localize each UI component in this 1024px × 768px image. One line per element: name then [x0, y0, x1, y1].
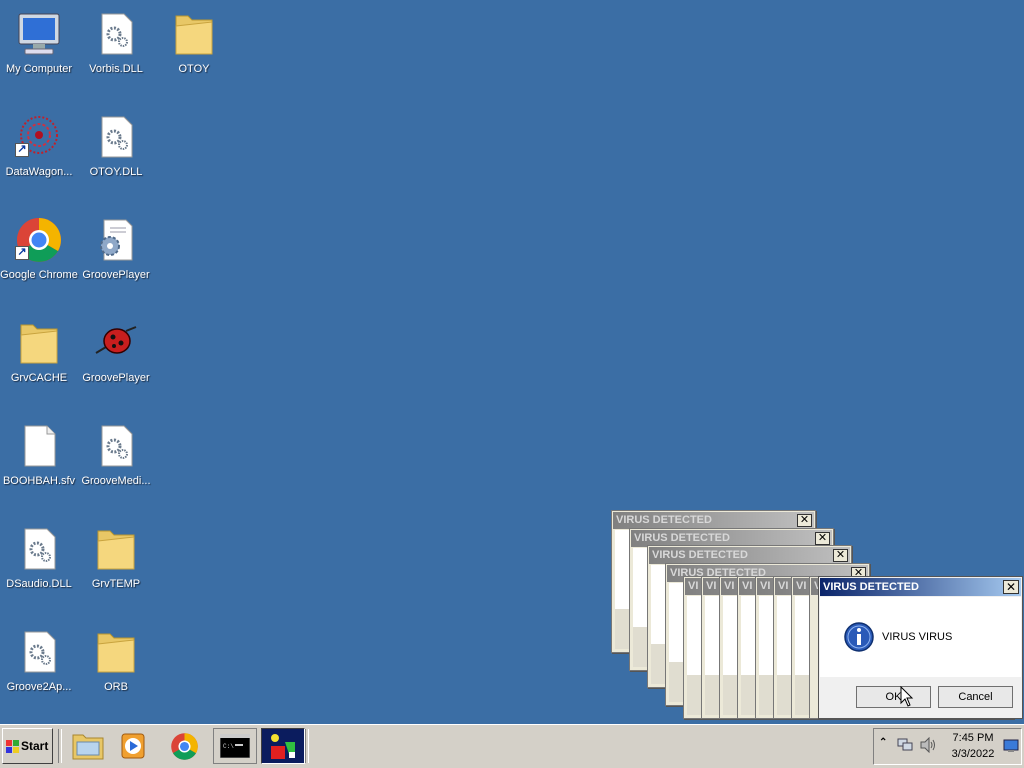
desktop-icon-boohbah[interactable]: BOOHBAH.sfv	[0, 416, 78, 506]
show-desktop-icon[interactable]	[1003, 739, 1019, 753]
clock-date[interactable]: 3/3/2022	[946, 748, 1000, 760]
taskbar: Start C:\ ⌃	[0, 724, 1024, 768]
taskbar-media-player-button[interactable]	[112, 728, 156, 764]
window-title: VIRUS DETECTED	[649, 547, 850, 564]
file-icon	[24, 425, 56, 467]
dll-file-icon	[101, 425, 133, 467]
desktop-icon-label: Google Chrome	[0, 269, 78, 281]
desktop-icon-label: GrvCACHE	[10, 372, 68, 384]
desktop-icon-datawagon[interactable]: ↗ DataWagon...	[0, 107, 78, 197]
mouse-cursor-icon	[900, 686, 914, 707]
folder-icon	[97, 633, 135, 673]
desktop-icon-label: BOOHBAH.sfv	[2, 475, 76, 487]
chrome-icon	[171, 733, 198, 760]
desktop-icon-my-computer[interactable]: My Computer	[0, 4, 78, 94]
close-icon[interactable]: ✕	[815, 532, 830, 545]
desktop-icon-label: OTOY	[178, 63, 210, 75]
my-computer-icon	[18, 13, 60, 55]
taskbar-divider	[305, 729, 309, 763]
ok-button[interactable]: OK	[856, 686, 931, 708]
command-prompt-icon: C:\	[220, 734, 250, 758]
desktop-icon-google-chrome[interactable]: ↗ Google Chrome	[0, 210, 78, 300]
desktop-icon-grooveplayer-config[interactable]: GroovePlayer	[77, 210, 155, 300]
virus-dialog[interactable]: VIRUS DETECTED ✕ VIRUS VIRUS OK Cancel	[818, 576, 1023, 719]
desktop-icon-label: GrooveMedi...	[81, 475, 151, 487]
desktop-icon-grvcache[interactable]: GrvCACHE	[0, 313, 78, 403]
volume-icon[interactable]	[920, 737, 938, 753]
desktop-icon-orb[interactable]: ORB	[77, 622, 155, 712]
folder-icon	[97, 530, 135, 570]
taskbar-active-app-button[interactable]	[261, 728, 305, 764]
close-button[interactable]: ✕	[1003, 580, 1019, 594]
desktop-icon-label: DataWagon...	[5, 166, 73, 178]
cancel-button[interactable]: Cancel	[938, 686, 1013, 708]
folder-icon	[20, 324, 58, 364]
network-icon[interactable]	[897, 737, 913, 753]
desktop-icon-groovemedia[interactable]: GrooveMedi...	[77, 416, 155, 506]
desktop-icon-vorbis-dll[interactable]: Vorbis.DLL	[77, 4, 155, 94]
close-icon[interactable]: ✕	[833, 549, 848, 562]
show-hidden-icons-chevron-icon[interactable]: ⌃	[879, 737, 887, 748]
app-icon	[271, 734, 295, 759]
window-title: VIRUS DETECTED	[613, 512, 814, 529]
desktop-icon-label: Groove2Ap...	[6, 681, 72, 693]
ladybug-icon	[95, 326, 137, 354]
explorer-folder-icon	[72, 734, 104, 760]
desktop-icon-grvtemp[interactable]: GrvTEMP	[77, 519, 155, 609]
taskbar-divider	[58, 729, 62, 763]
desktop-icon-otoy-folder[interactable]: OTOY	[155, 4, 233, 94]
dialog-title: VIRUS DETECTED	[820, 578, 1021, 596]
dll-file-icon	[24, 631, 56, 673]
taskbar-chrome-button[interactable]	[162, 728, 206, 764]
media-player-icon	[121, 733, 145, 759]
dll-file-icon	[101, 13, 133, 55]
clock-time[interactable]: 7:45 PM	[946, 732, 1000, 744]
dialog-message: VIRUS VIRUS	[882, 631, 953, 643]
shortcut-arrow-icon: ↗	[15, 143, 29, 157]
config-file-icon	[100, 219, 133, 261]
desktop-icon-dsaudio[interactable]: DSaudio.DLL	[0, 519, 78, 609]
desktop-icon-label: GroovePlayer	[82, 269, 150, 281]
taskbar-cmd-button[interactable]: C:\	[213, 728, 257, 764]
desktop-icon-grooveplayer-app[interactable]: GroovePlayer	[77, 313, 155, 403]
desktop-icon-label: My Computer	[5, 63, 73, 75]
folder-icon	[175, 15, 213, 55]
desktop-icon-label: Vorbis.DLL	[89, 63, 143, 75]
desktop-icon-groove2ap[interactable]: Groove2Ap...	[0, 622, 78, 712]
dll-file-icon	[24, 528, 56, 570]
svg-text:C:\: C:\	[223, 743, 234, 750]
desktop-icon-label: OTOY.DLL	[89, 166, 143, 178]
desktop-icon-label: DSaudio.DLL	[6, 578, 72, 590]
desktop: My Computer ↗ DataWagon... ↗ Google Chro…	[0, 0, 1024, 724]
desktop-icon-label: GrvTEMP	[91, 578, 141, 590]
start-label: Start	[21, 739, 49, 753]
close-icon[interactable]: ✕	[797, 514, 812, 527]
info-icon	[844, 622, 874, 652]
dll-file-icon	[101, 116, 133, 158]
taskbar-explorer-button[interactable]	[66, 728, 110, 764]
desktop-icon-label: GroovePlayer	[82, 372, 150, 384]
windows-logo-icon	[6, 740, 19, 753]
desktop-icon-otoy-dll[interactable]: OTOY.DLL	[77, 107, 155, 197]
shortcut-arrow-icon: ↗	[15, 246, 29, 260]
start-button[interactable]: Start	[2, 728, 53, 764]
desktop-icon-label: ORB	[104, 681, 128, 693]
